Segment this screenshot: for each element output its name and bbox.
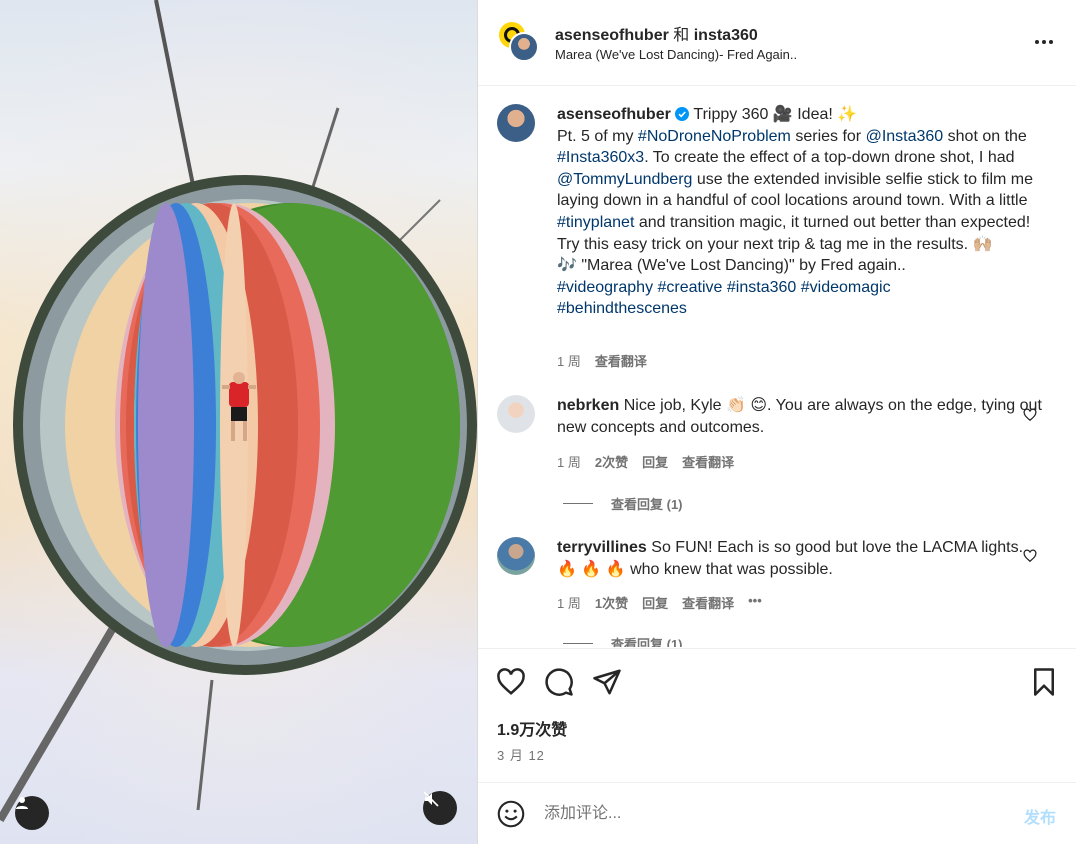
reply-button[interactable]: 回复 xyxy=(642,593,668,612)
audio-link[interactable]: Marea (We've Lost Dancing)- Fred Again.. xyxy=(555,47,797,62)
view-replies-label: 查看回复 (1) xyxy=(611,637,683,647)
more-options-button[interactable] xyxy=(1031,30,1057,54)
likes-count[interactable]: 1.9万次赞 xyxy=(497,716,567,740)
hashtag-link[interactable]: #behindthescenes xyxy=(557,300,687,317)
hashtag-link[interactable]: #tinyplanet xyxy=(557,214,634,231)
comment-meta: 1 周 1次赞 回复 查看翻译 ••• xyxy=(557,593,762,612)
comment-text: nebrken Nice job, Kyle 👏🏻 😊. You are alw… xyxy=(557,395,1047,438)
author-username-link[interactable]: asenseofhuber xyxy=(555,27,669,44)
heart-icon[interactable] xyxy=(496,667,526,697)
post-header: asenseofhuber 和 insta360 Marea (We've Lo… xyxy=(478,0,1076,86)
ellipsis-icon xyxy=(1035,40,1039,44)
author-avatar[interactable] xyxy=(509,32,539,62)
caption-text: asenseofhuber Trippy 360 🎥 Idea! ✨ Pt. 5… xyxy=(557,104,1047,320)
post-details-panel: asenseofhuber 和 insta360 Marea (We've Lo… xyxy=(477,0,1076,844)
comment-likes[interactable]: 1次赞 xyxy=(595,593,628,612)
translate-button[interactable]: 查看翻译 xyxy=(682,452,734,471)
commenter-avatar[interactable] xyxy=(497,395,535,433)
hashtag-link[interactable]: #Insta360x3 xyxy=(557,149,644,166)
speaker-muted-icon xyxy=(423,791,439,807)
hashtag-link[interactable]: #videography xyxy=(557,279,653,296)
reply-button[interactable]: 回复 xyxy=(642,452,668,471)
verified-badge-icon xyxy=(675,107,690,121)
post-media[interactable] xyxy=(0,0,477,844)
caption-username[interactable]: asenseofhuber xyxy=(557,106,671,123)
caption-segment: Pt. 5 of my xyxy=(557,127,638,145)
hashtag-link[interactable]: #videomagic xyxy=(801,279,891,296)
post-actions: 1.9万次赞 3 月 12 xyxy=(478,648,1076,782)
mute-toggle-button[interactable] xyxy=(423,791,457,825)
smiley-icon[interactable] xyxy=(497,800,525,828)
comment-item: nebrken Nice job, Kyle 👏🏻 😊. You are alw… xyxy=(497,395,1057,512)
caption-title: Trippy 360 🎥 Idea! ✨ xyxy=(693,106,858,123)
commenter-avatar[interactable] xyxy=(497,537,535,575)
comment-composer: 发布 xyxy=(478,782,1076,844)
post-authors: asenseofhuber 和 insta360 xyxy=(555,21,758,45)
comment-text: terryvillines So FUN! Each is so good bu… xyxy=(557,537,1047,580)
comment-likes[interactable]: 2次赞 xyxy=(595,452,628,471)
comment-time[interactable]: 1 周 xyxy=(557,452,581,471)
hashtag-link[interactable]: #insta360 xyxy=(727,279,796,296)
mention-link[interactable]: @Insta360 xyxy=(866,128,944,145)
view-replies-button[interactable]: 查看回复 (1) xyxy=(563,494,683,513)
commenter-username[interactable]: terryvillines xyxy=(557,539,647,556)
comments-section[interactable]: asenseofhuber Trippy 360 🎥 Idea! ✨ Pt. 5… xyxy=(478,87,1076,647)
post-date[interactable]: 3 月 12 xyxy=(497,745,545,764)
translate-button[interactable]: 查看翻译 xyxy=(682,593,734,612)
hashtag-link[interactable]: #creative xyxy=(658,279,723,296)
and-label: 和 xyxy=(673,27,690,44)
caption-segment: . To create the effect of a top-down dro… xyxy=(644,149,1015,167)
caption-time[interactable]: 1 周 xyxy=(557,351,581,370)
tiny-planet-video-frame xyxy=(0,0,477,844)
comment-input[interactable] xyxy=(544,801,984,827)
comment-like-icon[interactable] xyxy=(1023,408,1037,422)
comment-bubble-icon[interactable] xyxy=(544,667,574,697)
caption: asenseofhuber Trippy 360 🎥 Idea! ✨ Pt. 5… xyxy=(497,104,1057,369)
bookmark-icon[interactable] xyxy=(1029,667,1059,697)
comment-time[interactable]: 1 周 xyxy=(557,593,581,612)
tagged-users-button[interactable] xyxy=(15,796,49,830)
music-credit: 🎶 "Marea (We've Lost Dancing)" by Fred a… xyxy=(557,257,906,275)
caption-meta: 1 周 查看翻译 xyxy=(557,351,647,370)
replies-divider xyxy=(563,643,593,644)
comment-meta: 1 周 2次赞 回复 查看翻译 xyxy=(557,452,734,471)
caption-segment: series for xyxy=(790,127,866,145)
comment-like-icon[interactable] xyxy=(1023,549,1037,563)
comment-options-button[interactable]: ••• xyxy=(748,593,762,612)
collab-avatars[interactable] xyxy=(497,20,539,62)
mention-link[interactable]: @TommyLundberg xyxy=(557,171,692,188)
replies-divider xyxy=(563,503,593,504)
comment-item: terryvillines So FUN! Each is so good bu… xyxy=(497,537,1057,647)
view-replies-label: 查看回复 (1) xyxy=(611,497,683,512)
comment-body: Nice job, Kyle 👏🏻 😊. You are always on t… xyxy=(557,397,1042,436)
caption-translate-button[interactable]: 查看翻译 xyxy=(595,351,647,370)
hashtag-link[interactable]: #NoDroneNoProblem xyxy=(638,128,791,145)
paper-plane-icon[interactable] xyxy=(592,667,622,697)
commenter-username[interactable]: nebrken xyxy=(557,397,619,414)
collab-username-link[interactable]: insta360 xyxy=(694,27,758,44)
caption-author-avatar[interactable] xyxy=(497,104,535,142)
view-replies-button[interactable]: 查看回复 (1) xyxy=(563,634,683,647)
caption-segment: shot on the xyxy=(943,127,1027,145)
post-comment-button[interactable]: 发布 xyxy=(1024,804,1056,828)
user-icon xyxy=(16,797,28,809)
